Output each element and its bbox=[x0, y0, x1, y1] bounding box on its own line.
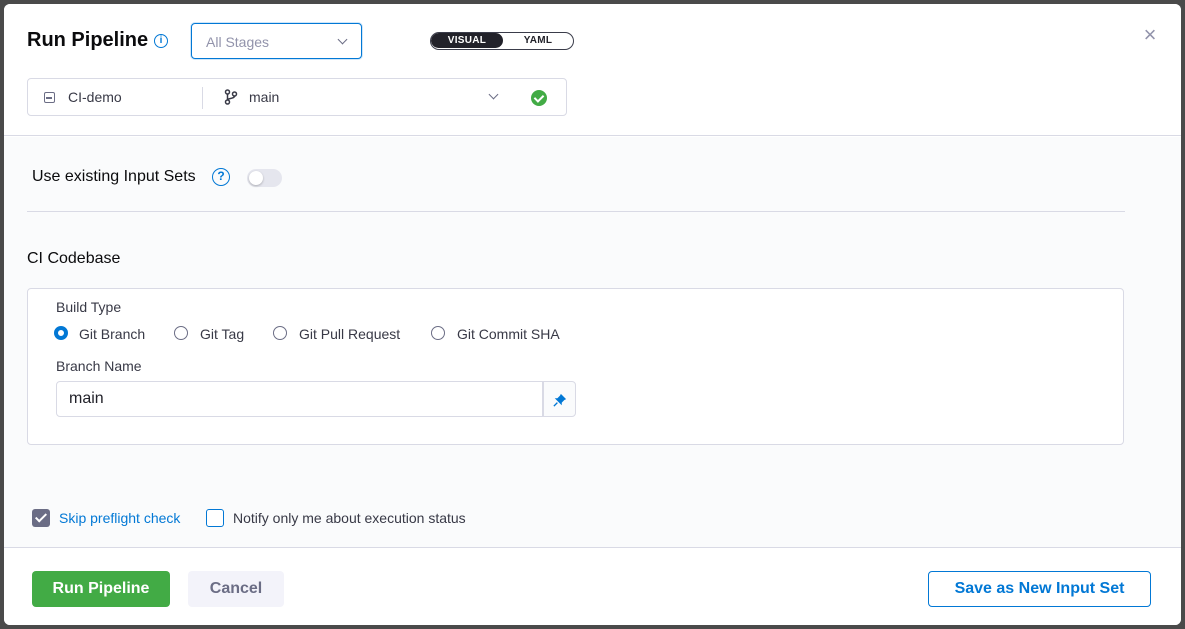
radio-label[interactable]: Git Pull Request bbox=[299, 326, 400, 342]
build-type-label: Build Type bbox=[56, 299, 122, 315]
divider bbox=[27, 211, 1125, 212]
branch-name-label: Branch Name bbox=[56, 358, 142, 374]
pin-button[interactable] bbox=[543, 381, 576, 417]
stage-select[interactable]: All Stages bbox=[191, 23, 362, 59]
chevron-down-icon bbox=[337, 34, 348, 45]
section-title: CI Codebase bbox=[27, 250, 121, 267]
radio-git-commit-sha[interactable] bbox=[431, 326, 445, 340]
radio-git-tag[interactable] bbox=[174, 326, 188, 340]
radio-label[interactable]: Git Tag bbox=[200, 326, 244, 342]
run-pipeline-dialog: Run Pipeline i All Stages VISUAL YAML × … bbox=[4, 4, 1181, 625]
dialog-footer: Run Pipeline Cancel Save as New Input Se… bbox=[4, 547, 1181, 625]
branch-name-input[interactable]: main bbox=[56, 381, 543, 417]
notify-only-me-checkbox[interactable] bbox=[206, 509, 224, 527]
visual-view-button[interactable]: VISUAL bbox=[431, 33, 503, 48]
use-input-sets-label: Use existing Input Sets bbox=[32, 168, 196, 185]
close-icon[interactable]: × bbox=[1141, 24, 1159, 46]
branch-name: main bbox=[249, 89, 280, 105]
branch-chevron-down-icon[interactable] bbox=[488, 89, 499, 100]
radio-git-pull-request[interactable] bbox=[273, 326, 287, 340]
stage-select-value: All Stages bbox=[206, 34, 270, 50]
input-sets-toggle[interactable] bbox=[247, 169, 282, 187]
check-circle-icon bbox=[531, 90, 547, 106]
skip-preflight-label[interactable]: Skip preflight check bbox=[59, 510, 180, 526]
pin-icon bbox=[553, 393, 567, 407]
notify-only-me-label[interactable]: Notify only me about execution status bbox=[233, 510, 466, 526]
dialog-title: Run Pipeline bbox=[27, 29, 149, 51]
yaml-view-button[interactable]: YAML bbox=[503, 33, 573, 48]
codebase-card: Build Type Git Branch Git Tag Git Pull R… bbox=[27, 288, 1124, 445]
dialog-body: Use existing Input Sets ? CI Codebase Bu… bbox=[4, 137, 1181, 547]
radio-git-branch[interactable] bbox=[54, 326, 68, 340]
repo-name: CI-demo bbox=[68, 89, 122, 105]
info-icon[interactable]: i bbox=[154, 34, 168, 48]
save-input-set-button[interactable]: Save as New Input Set bbox=[928, 571, 1151, 607]
git-branch-icon bbox=[224, 89, 238, 105]
radio-label[interactable]: Git Commit SHA bbox=[457, 326, 560, 342]
help-icon[interactable]: ? bbox=[212, 168, 230, 186]
run-pipeline-button[interactable]: Run Pipeline bbox=[32, 571, 170, 607]
repo-branch-selector: CI-demo main bbox=[27, 78, 567, 116]
dialog-header: Run Pipeline i All Stages VISUAL YAML × … bbox=[4, 4, 1181, 136]
skip-preflight-checkbox[interactable] bbox=[32, 509, 50, 527]
cancel-button[interactable]: Cancel bbox=[188, 571, 284, 607]
view-toggle: VISUAL YAML bbox=[430, 32, 574, 50]
divider bbox=[202, 87, 203, 109]
radio-label[interactable]: Git Branch bbox=[79, 326, 145, 342]
repository-icon bbox=[44, 92, 55, 103]
